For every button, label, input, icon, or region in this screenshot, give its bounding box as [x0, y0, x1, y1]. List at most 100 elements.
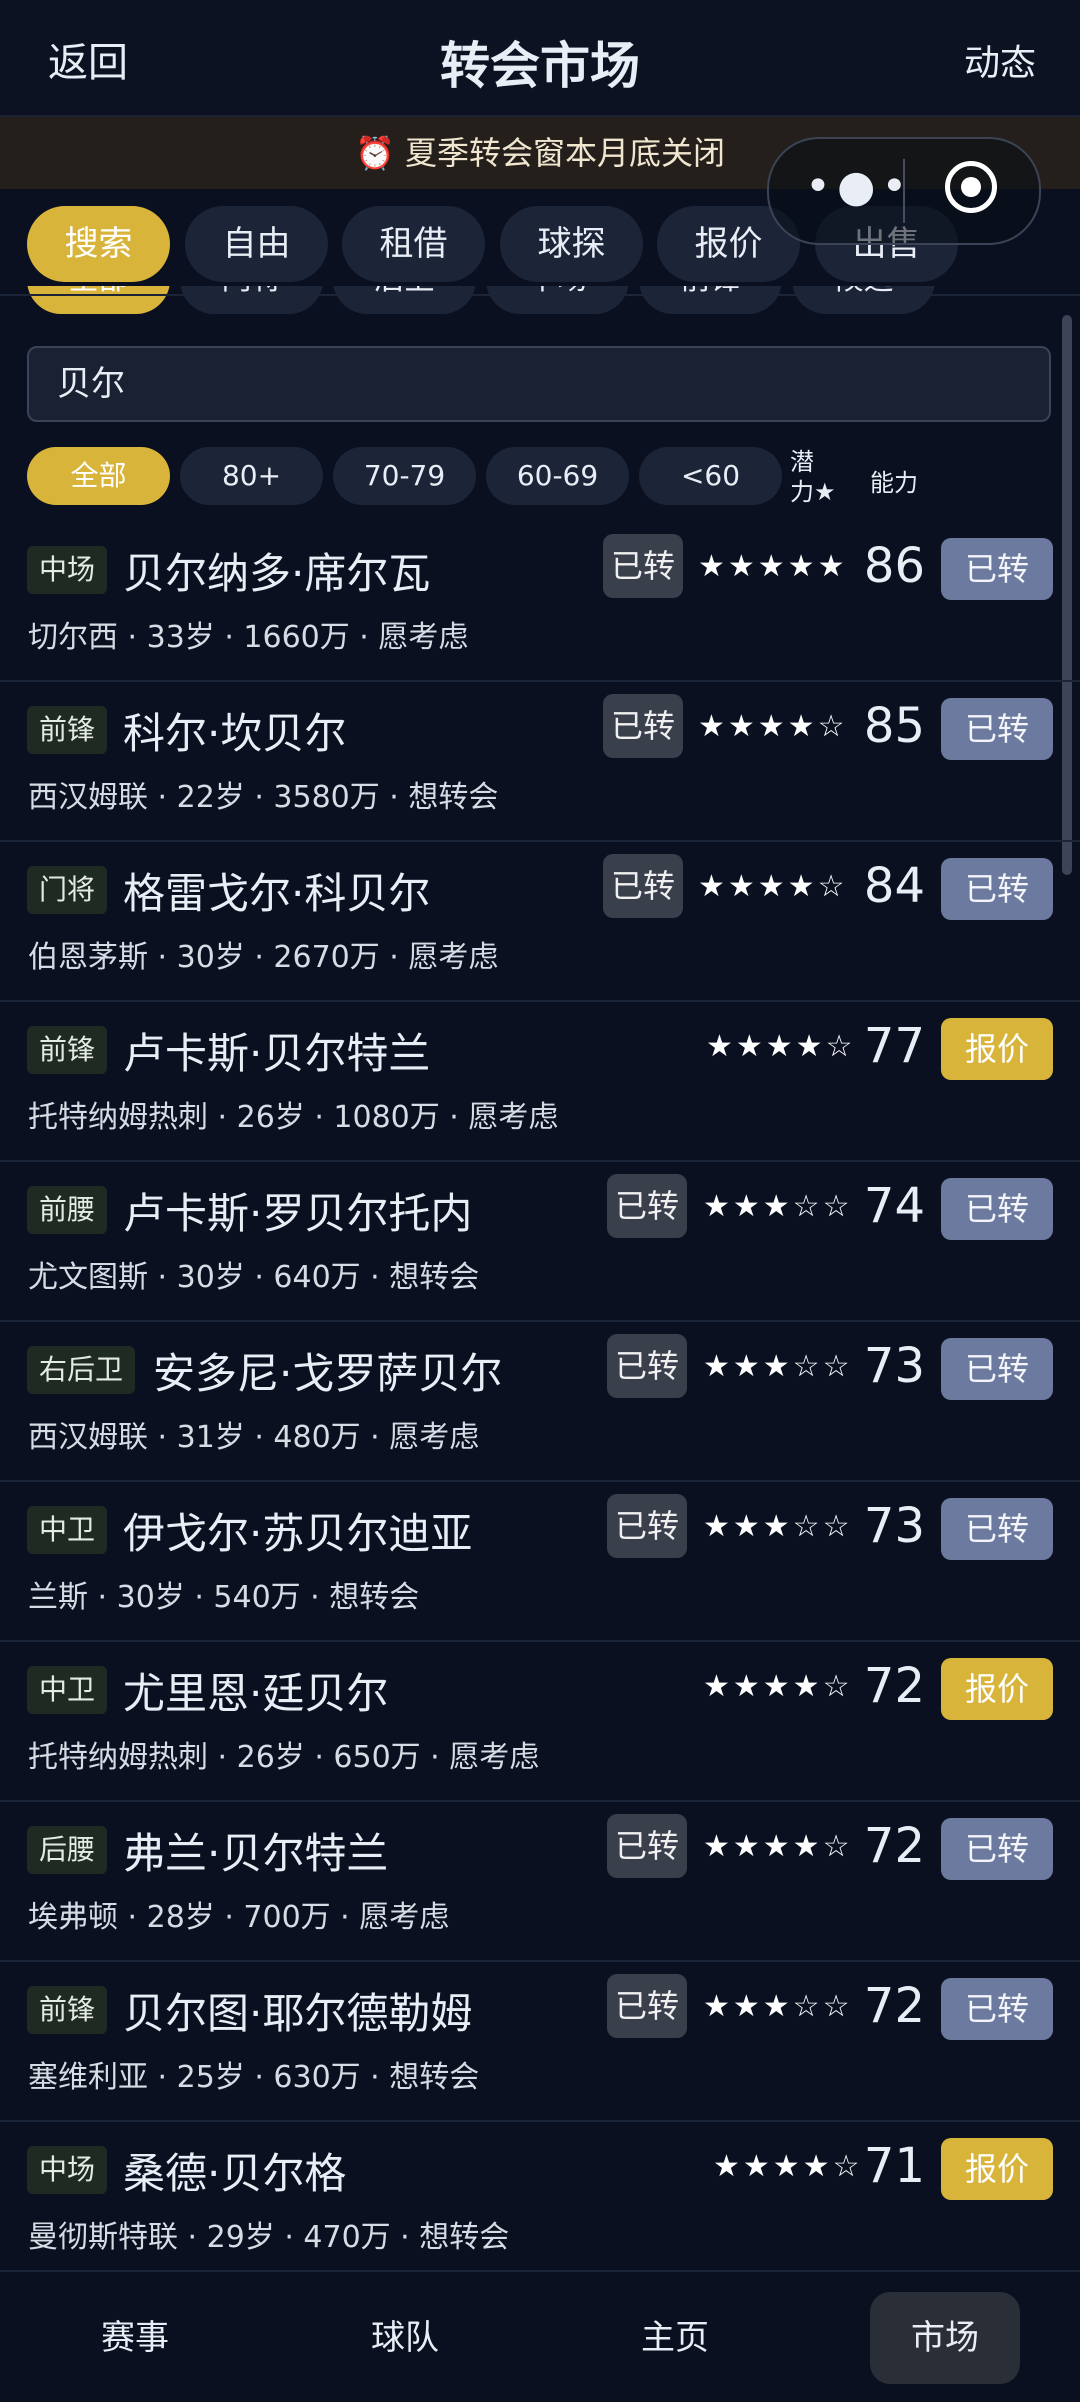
more-dots-icon[interactable]: •●• [805, 165, 913, 209]
transferred-badge: 已转 [603, 694, 683, 758]
player-row[interactable]: 中卫 尤里恩·廷贝尔 ★★★★☆ 72 报价 托特纳姆热刺 · 26岁 · 65… [0, 1640, 1080, 1802]
player-name: 格雷戈尔·科贝尔 [123, 869, 431, 918]
potential-label-1: 潜 [790, 448, 814, 476]
player-name: 伊戈尔·苏贝尔迪亚 [123, 1509, 473, 1558]
transferred-badge: 已转 [607, 1174, 687, 1238]
record-circle-icon[interactable] [945, 161, 997, 213]
rating-filter-below60[interactable]: <60 [639, 447, 782, 505]
position-tag: 中卫 [27, 1666, 108, 1714]
potential-stars: ★★★☆☆ [703, 1989, 853, 2024]
pos-filter-def[interactable]: 后卫 [333, 286, 476, 314]
sort-ability[interactable]: 能力 [870, 463, 918, 498]
transferred-button[interactable]: 已转 [941, 1818, 1053, 1880]
position-tag: 前锋 [27, 1026, 108, 1074]
rating-filter-all[interactable]: 全部 [27, 447, 170, 505]
pos-filter-gk[interactable]: 门将 [180, 286, 323, 314]
nav-market[interactable]: 市场 [870, 2292, 1020, 2384]
position-filter-row: 全部 门将 后卫 中场 前锋 候选 [0, 286, 1080, 326]
potential-stars: ★★★☆☆ [703, 1349, 853, 1384]
rating-filter-80plus[interactable]: 80+ [180, 447, 323, 505]
nav-team[interactable]: 球队 [330, 2292, 480, 2384]
ability-rating: 72 [863, 1658, 925, 1714]
miniapp-capsule: •●• [767, 137, 1041, 245]
potential-stars: ★★★★☆ [698, 709, 848, 744]
potential-stars: ★★★★☆ [698, 869, 848, 904]
player-name: 尤里恩·廷贝尔 [123, 1669, 389, 1718]
potential-label-2: 力★ [790, 478, 836, 506]
pos-filter-mid[interactable]: 中场 [486, 286, 629, 314]
pos-filter-all[interactable]: 全部 [27, 286, 170, 314]
player-row[interactable]: 前锋 卢卡斯·贝尔特兰 ★★★★☆ 77 报价 托特纳姆热刺 · 26岁 · 1… [0, 1000, 1080, 1162]
pos-filter-fwd[interactable]: 前锋 [639, 286, 782, 314]
player-meta: 兰斯 · 30岁 · 540万 · 想转会 [28, 1580, 420, 1615]
potential-stars: ★★★★☆ [713, 2149, 863, 2184]
player-row[interactable]: 右后卫 安多尼·戈罗萨贝尔 已转 ★★★☆☆ 73 已转 西汉姆联 · 31岁 … [0, 1320, 1080, 1482]
potential-stars: ★★★★★ [698, 549, 848, 584]
position-tag: 前锋 [27, 706, 108, 754]
potential-stars: ★★★★☆ [706, 1029, 856, 1064]
potential-stars: ★★★☆☆ [703, 1189, 853, 1224]
transferred-badge: 已转 [607, 1974, 687, 2038]
ability-rating: 74 [863, 1178, 925, 1234]
player-row[interactable]: 前锋 贝尔图·耶尔德勒姆 已转 ★★★☆☆ 72 已转 塞维利亚 · 25岁 ·… [0, 1960, 1080, 2122]
rating-filter-70-79[interactable]: 70-79 [333, 447, 476, 505]
feed-button[interactable]: 动态 [964, 34, 1036, 86]
player-name: 科尔·坎贝尔 [123, 709, 347, 758]
transferred-badge: 已转 [607, 1494, 687, 1558]
ability-rating: 73 [863, 1498, 925, 1554]
player-meta: 托特纳姆热刺 · 26岁 · 1080万 · 愿考虑 [28, 1100, 559, 1135]
nav-matches[interactable]: 赛事 [60, 2292, 210, 2384]
player-row[interactable]: 门将 格雷戈尔·科贝尔 已转 ★★★★☆ 84 已转 伯恩茅斯 · 30岁 · … [0, 840, 1080, 1002]
transferred-button[interactable]: 已转 [941, 698, 1053, 760]
player-meta: 曼彻斯特联 · 29岁 · 470万 · 想转会 [28, 2220, 510, 2255]
player-row[interactable]: 中卫 伊戈尔·苏贝尔迪亚 已转 ★★★☆☆ 73 已转 兰斯 · 30岁 · 5… [0, 1480, 1080, 1642]
position-tag: 中卫 [27, 1506, 108, 1554]
player-name: 卢卡斯·贝尔特兰 [123, 1029, 431, 1078]
transferred-button[interactable]: 已转 [941, 1498, 1053, 1560]
player-row[interactable]: 中场 桑德·贝尔格 ★★★★☆ 71 报价 曼彻斯特联 · 29岁 · 470万… [0, 2120, 1080, 2282]
transferred-button[interactable]: 已转 [941, 538, 1053, 600]
nav-home[interactable]: 主页 [600, 2292, 750, 2384]
ability-rating: 84 [863, 858, 925, 914]
tab-search[interactable]: 搜索 [27, 206, 170, 282]
tab-free[interactable]: 自由 [185, 206, 328, 282]
tab-loan[interactable]: 租借 [342, 206, 485, 282]
position-tag: 中场 [27, 2146, 108, 2194]
top-bar: 返回 转会市场 动态 [0, 0, 1080, 117]
position-tag: 后腰 [27, 1826, 108, 1874]
ability-rating: 86 [863, 538, 925, 594]
search-input[interactable]: 贝尔 [27, 346, 1051, 422]
offer-button[interactable]: 报价 [941, 1018, 1053, 1080]
transferred-badge: 已转 [607, 1334, 687, 1398]
player-meta: 西汉姆联 · 22岁 · 3580万 · 想转会 [28, 780, 499, 815]
player-meta: 切尔西 · 33岁 · 1660万 · 愿考虑 [28, 620, 469, 655]
player-name: 安多尼·戈罗萨贝尔 [153, 1349, 503, 1398]
player-row[interactable]: 后腰 弗兰·贝尔特兰 已转 ★★★★☆ 72 已转 埃弗顿 · 28岁 · 70… [0, 1800, 1080, 1962]
player-name: 弗兰·贝尔特兰 [123, 1829, 389, 1878]
transferred-button[interactable]: 已转 [941, 1978, 1053, 2040]
tab-scout[interactable]: 球探 [500, 206, 643, 282]
player-name: 卢卡斯·罗贝尔托内 [123, 1189, 473, 1238]
offer-button[interactable]: 报价 [941, 1658, 1053, 1720]
position-tag: 前锋 [27, 1986, 108, 2034]
player-meta: 尤文图斯 · 30岁 · 640万 · 想转会 [28, 1260, 480, 1295]
rating-filter-60-69[interactable]: 60-69 [486, 447, 629, 505]
ability-rating: 72 [863, 1978, 925, 2034]
capsule-divider [903, 159, 905, 223]
position-tag: 前腰 [27, 1186, 108, 1234]
player-row[interactable]: 前锋 科尔·坎贝尔 已转 ★★★★☆ 85 已转 西汉姆联 · 22岁 · 35… [0, 680, 1080, 842]
ability-rating: 73 [863, 1338, 925, 1394]
transferred-button[interactable]: 已转 [941, 1338, 1053, 1400]
offer-button[interactable]: 报价 [941, 2138, 1053, 2200]
ability-rating: 85 [863, 698, 925, 754]
page-title: 转会市场 [440, 37, 640, 95]
player-row[interactable]: 前腰 卢卡斯·罗贝尔托内 已转 ★★★☆☆ 74 已转 尤文图斯 · 30岁 ·… [0, 1160, 1080, 1322]
player-name: 贝尔图·耶尔德勒姆 [123, 1989, 473, 2038]
transferred-button[interactable]: 已转 [941, 858, 1053, 920]
transferred-button[interactable]: 已转 [941, 1178, 1053, 1240]
player-row[interactable]: 中场 贝尔纳多·席尔瓦 已转 ★★★★★ 86 已转 切尔西 · 33岁 · 1… [0, 520, 1080, 682]
sort-potential[interactable]: 潜力★ [790, 447, 836, 507]
potential-stars: ★★★☆☆ [703, 1509, 853, 1544]
player-meta: 西汉姆联 · 31岁 · 480万 · 愿考虑 [28, 1420, 480, 1455]
pos-filter-shortlist[interactable]: 候选 [792, 286, 935, 314]
